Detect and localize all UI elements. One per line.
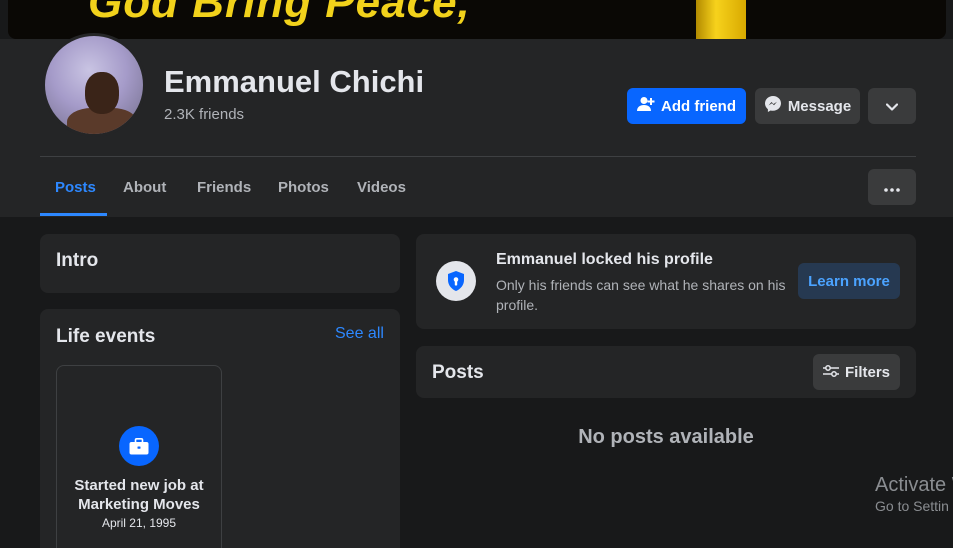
watermark-line-1: Activate W	[875, 474, 953, 496]
life-event-title: Started new job at Marketing Moves	[74, 477, 204, 513]
learn-more-button[interactable]: Learn more	[798, 263, 900, 299]
message-button[interactable]: Message	[755, 88, 860, 124]
add-friend-icon	[637, 96, 655, 116]
more-actions-button[interactable]	[868, 88, 916, 124]
sliders-icon	[822, 364, 839, 381]
locked-profile-description: Only his friends can see what he shares …	[496, 277, 786, 313]
friends-count[interactable]: 2.3K friends	[164, 106, 244, 123]
activate-windows-watermark: Activate W Go to Settin	[875, 474, 953, 514]
header-divider	[40, 156, 916, 157]
profile-name: Emmanuel Chichi	[164, 64, 425, 99]
life-events-title: Life events	[56, 326, 156, 347]
no-posts-message: No posts available	[578, 426, 754, 448]
cover-photo[interactable]: God Bring Peace,	[8, 0, 946, 39]
shield-lock-icon	[436, 261, 476, 301]
message-label: Message	[787, 97, 852, 115]
more-dots-icon	[884, 179, 900, 196]
messenger-icon	[764, 95, 782, 117]
see-all-link[interactable]: See all	[335, 325, 384, 343]
chevron-down-icon	[885, 98, 899, 115]
profile-avatar[interactable]	[42, 33, 146, 137]
tab-friends[interactable]: Friends	[197, 179, 251, 218]
filters-button[interactable]: Filters	[813, 354, 900, 390]
intro-title: Intro	[56, 250, 99, 271]
tabs-more-button[interactable]	[868, 169, 916, 205]
cover-text: God Bring Peace,	[88, 0, 471, 27]
add-friend-label: Add friend	[661, 97, 736, 115]
cover-decoration	[696, 0, 746, 39]
posts-title: Posts	[432, 362, 484, 383]
tab-videos[interactable]: Videos	[357, 179, 406, 218]
life-event-date: April 21, 1995	[101, 516, 177, 530]
tab-photos[interactable]: Photos	[278, 179, 329, 218]
watermark-line-2: Go to Settin	[875, 498, 949, 514]
locked-profile-title: Emmanuel locked his profile	[496, 251, 713, 268]
add-friend-button[interactable]: Add friend	[627, 88, 746, 124]
briefcase-icon	[119, 426, 159, 466]
active-tab-indicator	[40, 213, 107, 216]
filters-label: Filters	[844, 363, 890, 381]
tab-about[interactable]: About	[123, 179, 166, 218]
